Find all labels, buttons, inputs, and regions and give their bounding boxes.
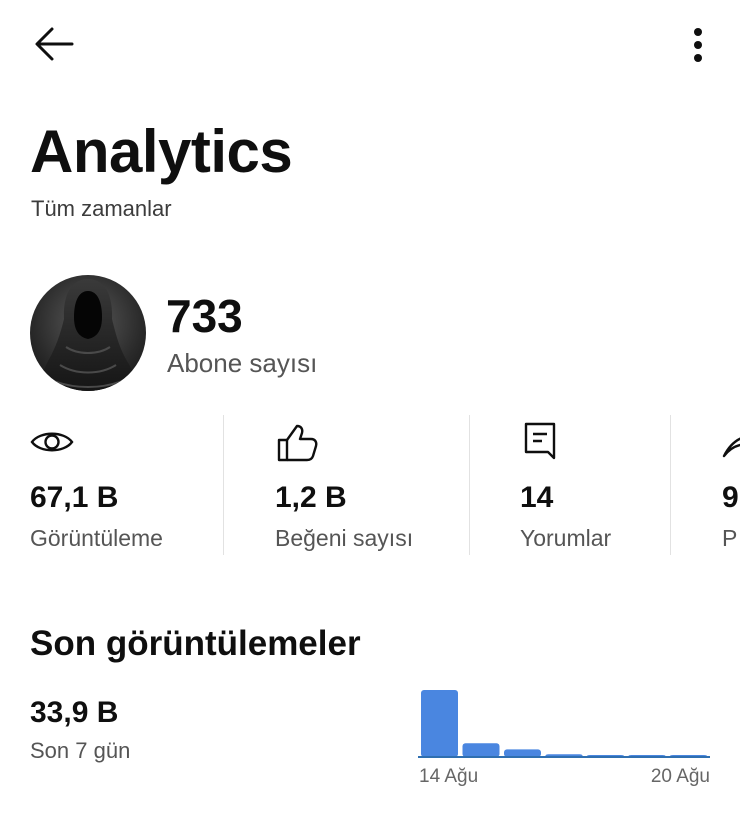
stat-value: 67,1 B: [30, 481, 119, 514]
page-title: Analytics: [30, 118, 293, 185]
stat-label: Beğeni sayısı: [275, 525, 414, 551]
back-arrow-icon: [35, 27, 74, 61]
chart-bar: [421, 690, 458, 757]
chart-x-tick-label: 20 Ağu: [651, 766, 710, 787]
hooded-figure-image: [30, 275, 146, 391]
recent-views-chart[interactable]: 14 Ağu 20 Ağu: [418, 686, 718, 796]
more-options-button[interactable]: [680, 22, 716, 66]
divider: [670, 415, 671, 555]
stat-label: Görüntüleme: [30, 525, 163, 551]
time-range-label: Tüm zamanlar: [31, 196, 172, 221]
stat-value: 9: [722, 481, 739, 514]
channel-avatar[interactable]: [30, 275, 146, 391]
share-icon: [722, 437, 740, 458]
recent-views-value: 33,9 B: [30, 696, 119, 729]
stat-views[interactable]: 67,1 B Görüntüleme: [30, 413, 220, 557]
chart-x-tick-label: 14 Ağu: [419, 766, 478, 787]
stat-value: 14: [520, 481, 554, 514]
stats-row: 67,1 B Görüntüleme 1,2 B Beğeni sayısı 1…: [0, 413, 740, 557]
subscriber-label: Abone sayısı: [167, 348, 318, 378]
stat-shares[interactable]: 9 P: [722, 413, 740, 557]
thumbs-up-icon: [277, 424, 318, 462]
recent-views-title: Son görüntülemeler: [30, 624, 361, 663]
chart-bar: [462, 743, 500, 757]
comment-icon: [524, 422, 556, 460]
chart-bar: [504, 749, 541, 757]
stat-label: Yorumlar: [520, 525, 612, 551]
stat-label: P: [722, 525, 738, 551]
more-vertical-icon: [694, 28, 702, 62]
stat-value: 1,2 B: [275, 481, 347, 514]
stat-comments[interactable]: 14 Yorumlar: [520, 413, 670, 557]
eye-icon: [30, 432, 74, 452]
divider: [223, 415, 224, 555]
subscriber-count: 733: [166, 290, 243, 342]
stat-likes[interactable]: 1,2 B Beğeni sayısı: [275, 413, 465, 557]
back-button[interactable]: [28, 22, 78, 66]
divider: [469, 415, 470, 555]
recent-views-period: Son 7 gün: [30, 738, 131, 763]
